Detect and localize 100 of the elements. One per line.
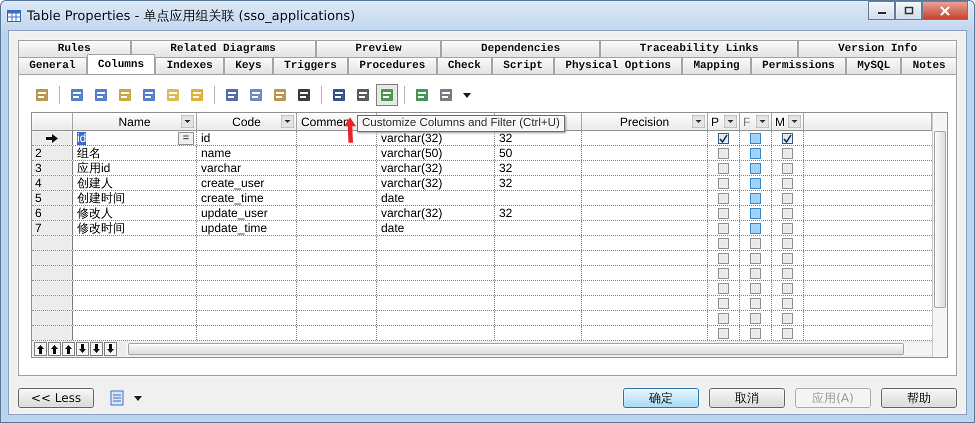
tab[interactable]: MySQL	[846, 57, 902, 74]
cancel-button[interactable]: 取消	[709, 388, 785, 408]
dropdown-icon[interactable]	[181, 115, 194, 128]
checkbox[interactable]	[782, 282, 793, 294]
column-header[interactable]: M	[772, 113, 804, 130]
tab[interactable]: Indexes	[155, 57, 224, 74]
checkbox[interactable]	[782, 208, 793, 218]
tab[interactable]: Notes	[901, 57, 957, 74]
name-input-field[interactable]: id	[77, 131, 178, 145]
checkbox[interactable]	[782, 132, 793, 144]
checkbox[interactable]	[750, 162, 761, 174]
checkbox[interactable]	[782, 238, 793, 248]
column-header[interactable]: Name	[73, 113, 197, 130]
row-header[interactable]	[32, 131, 73, 145]
tab[interactable]: Script	[492, 57, 554, 74]
row-header[interactable]: 3	[32, 161, 73, 175]
checkbox[interactable]	[718, 162, 729, 174]
checkbox[interactable]	[750, 282, 761, 294]
checkbox[interactable]	[750, 208, 761, 218]
tab[interactable]: Dependencies	[441, 40, 600, 57]
help-button[interactable]: 帮助	[881, 388, 957, 408]
checkbox[interactable]	[718, 178, 729, 188]
checkbox[interactable]	[718, 148, 729, 158]
checkbox[interactable]	[782, 298, 793, 308]
tab[interactable]: Version Info	[798, 40, 958, 57]
checkbox[interactable]	[750, 238, 761, 248]
checkbox[interactable]	[782, 328, 793, 338]
row-header[interactable]: 6	[32, 206, 73, 220]
checkbox[interactable]	[750, 328, 761, 338]
checkbox[interactable]	[718, 192, 729, 204]
row-header[interactable]: 7	[32, 221, 73, 235]
dropdown-icon[interactable]	[756, 115, 769, 128]
tab[interactable]: Keys	[224, 57, 273, 74]
move-up-button[interactable]	[34, 342, 47, 356]
row-header[interactable]: 5	[32, 191, 73, 205]
tab[interactable]: Physical Options	[554, 57, 682, 74]
caret-icon[interactable]	[134, 396, 142, 400]
checkbox[interactable]	[750, 298, 761, 308]
tab[interactable]: General	[18, 57, 87, 74]
tab[interactable]: Traceability Links	[600, 40, 798, 57]
tab[interactable]: Permissions	[750, 57, 846, 74]
move-up-button[interactable]	[62, 342, 75, 356]
customize-columns-button[interactable]	[376, 84, 398, 106]
checkbox[interactable]	[718, 268, 729, 278]
checkbox[interactable]	[782, 192, 793, 204]
checkbox[interactable]	[782, 252, 793, 264]
checkbox[interactable]	[750, 192, 761, 204]
tab[interactable]: Related Diagrams	[130, 40, 316, 57]
maximize-button[interactable]	[895, 1, 922, 20]
dropdown-icon[interactable]	[724, 115, 737, 128]
checkbox[interactable]	[750, 178, 761, 188]
move-down-button[interactable]	[90, 342, 103, 356]
close-button[interactable]	[922, 1, 968, 20]
row-header[interactable]: 4	[32, 176, 73, 190]
checkbox[interactable]	[750, 252, 761, 264]
checkbox[interactable]	[782, 178, 793, 188]
vertical-scrollbar[interactable]	[932, 113, 947, 357]
move-up-button[interactable]	[48, 342, 61, 356]
column-header[interactable]: Precision	[582, 113, 708, 130]
move-down-button[interactable]	[104, 342, 117, 356]
checkbox[interactable]	[782, 222, 793, 234]
tab[interactable]: Mapping	[682, 57, 751, 74]
minimize-button[interactable]	[868, 1, 895, 20]
tab[interactable]: Triggers	[272, 57, 348, 74]
checkbox[interactable]	[718, 252, 729, 264]
column-header[interactable]: P	[708, 113, 740, 130]
tab[interactable]: Preview	[316, 40, 442, 57]
tab[interactable]: Check	[436, 57, 492, 74]
ok-button[interactable]: 确定	[623, 388, 699, 408]
less-button[interactable]: << Less	[18, 388, 94, 408]
dropdown-icon[interactable]	[788, 115, 801, 128]
column-header[interactable]: F	[740, 113, 772, 130]
checkbox[interactable]	[718, 312, 729, 324]
checkbox[interactable]	[718, 238, 729, 248]
checkbox[interactable]	[750, 132, 761, 144]
caret-icon[interactable]	[463, 92, 471, 98]
checkbox[interactable]	[718, 328, 729, 338]
checkbox[interactable]	[718, 282, 729, 294]
equals-button[interactable]: =	[178, 132, 194, 144]
checkbox[interactable]	[782, 148, 793, 158]
checkbox[interactable]	[750, 312, 761, 324]
tab[interactable]: Columns	[86, 54, 156, 74]
row-header[interactable]: 2	[32, 146, 73, 160]
checkbox[interactable]	[718, 132, 729, 144]
tab[interactable]: Procedures	[348, 57, 437, 74]
checkbox[interactable]	[782, 268, 793, 278]
checkbox[interactable]	[782, 162, 793, 174]
checkbox[interactable]	[718, 222, 729, 234]
column-header[interactable]: Code	[197, 113, 297, 130]
move-down-button[interactable]	[76, 342, 89, 356]
checkbox[interactable]	[718, 298, 729, 308]
checkbox[interactable]	[750, 222, 761, 234]
dropdown-icon[interactable]	[692, 115, 705, 128]
checkbox[interactable]	[718, 208, 729, 218]
tab[interactable]: Rules	[18, 40, 130, 57]
checkbox[interactable]	[750, 268, 761, 278]
dropdown-icon[interactable]	[281, 115, 294, 128]
checkbox[interactable]	[782, 312, 793, 324]
horizontal-scrollbar[interactable]	[126, 343, 932, 355]
checkbox[interactable]	[750, 148, 761, 158]
